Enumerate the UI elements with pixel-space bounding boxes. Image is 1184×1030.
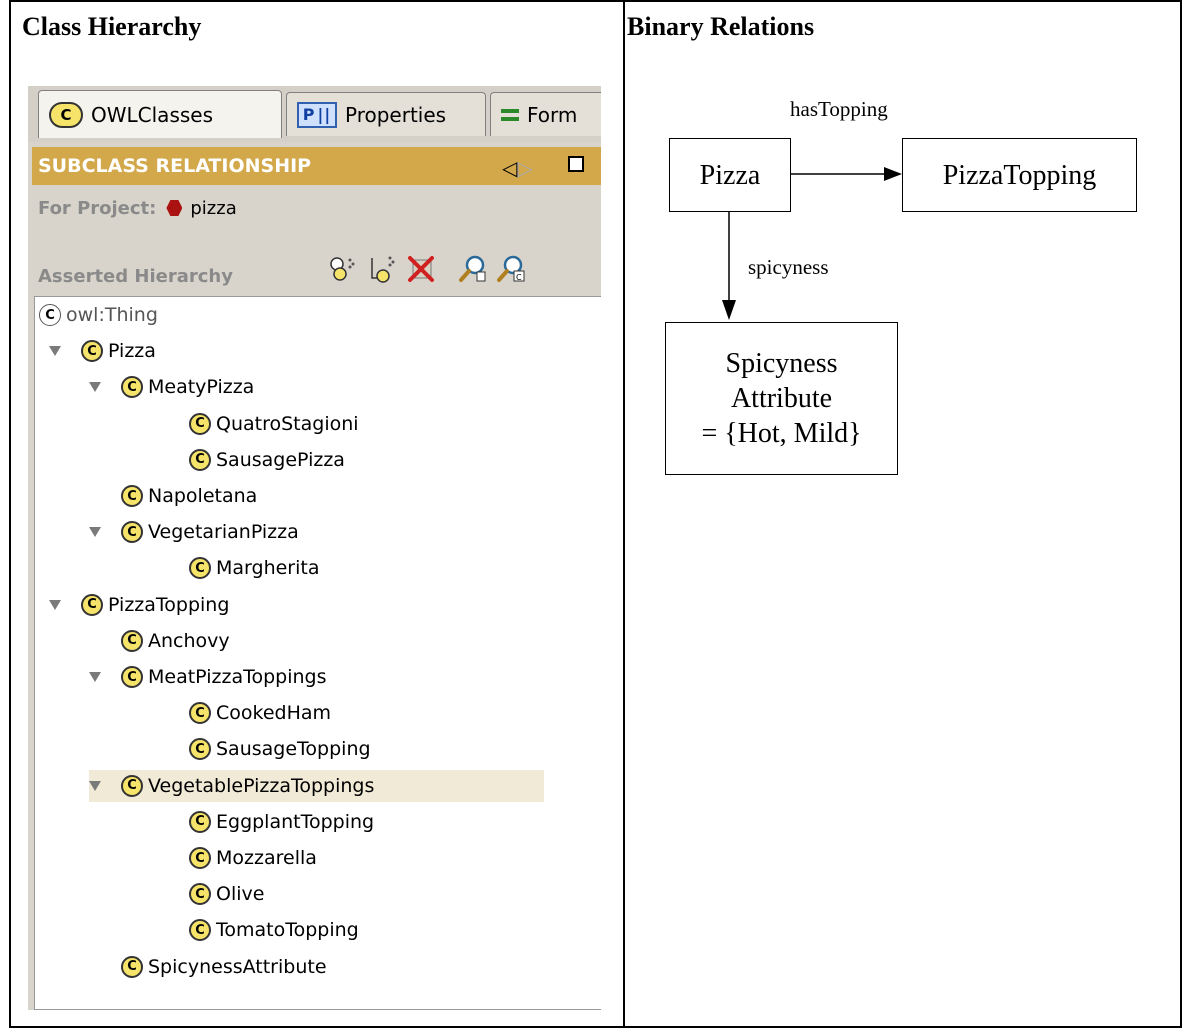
pizza-node: Pizza: [669, 138, 791, 212]
hastopping-label: hasTopping: [790, 97, 888, 121]
pizzatopping-node: PizzaTopping: [902, 138, 1137, 212]
spicyness-arrowhead: [722, 300, 736, 320]
spicyness-label: spicyness: [748, 255, 829, 279]
spicyness-node-line-2: Attribute: [730, 383, 833, 414]
hastopping-arrowhead: [884, 167, 902, 181]
spicyness-node-line-3: = {Hot, Mild}: [701, 418, 862, 449]
spicyness-node: Spicyness Attribute = {Hot, Mild}: [665, 322, 898, 475]
spicyness-node-line-1: Spicyness: [725, 348, 838, 379]
